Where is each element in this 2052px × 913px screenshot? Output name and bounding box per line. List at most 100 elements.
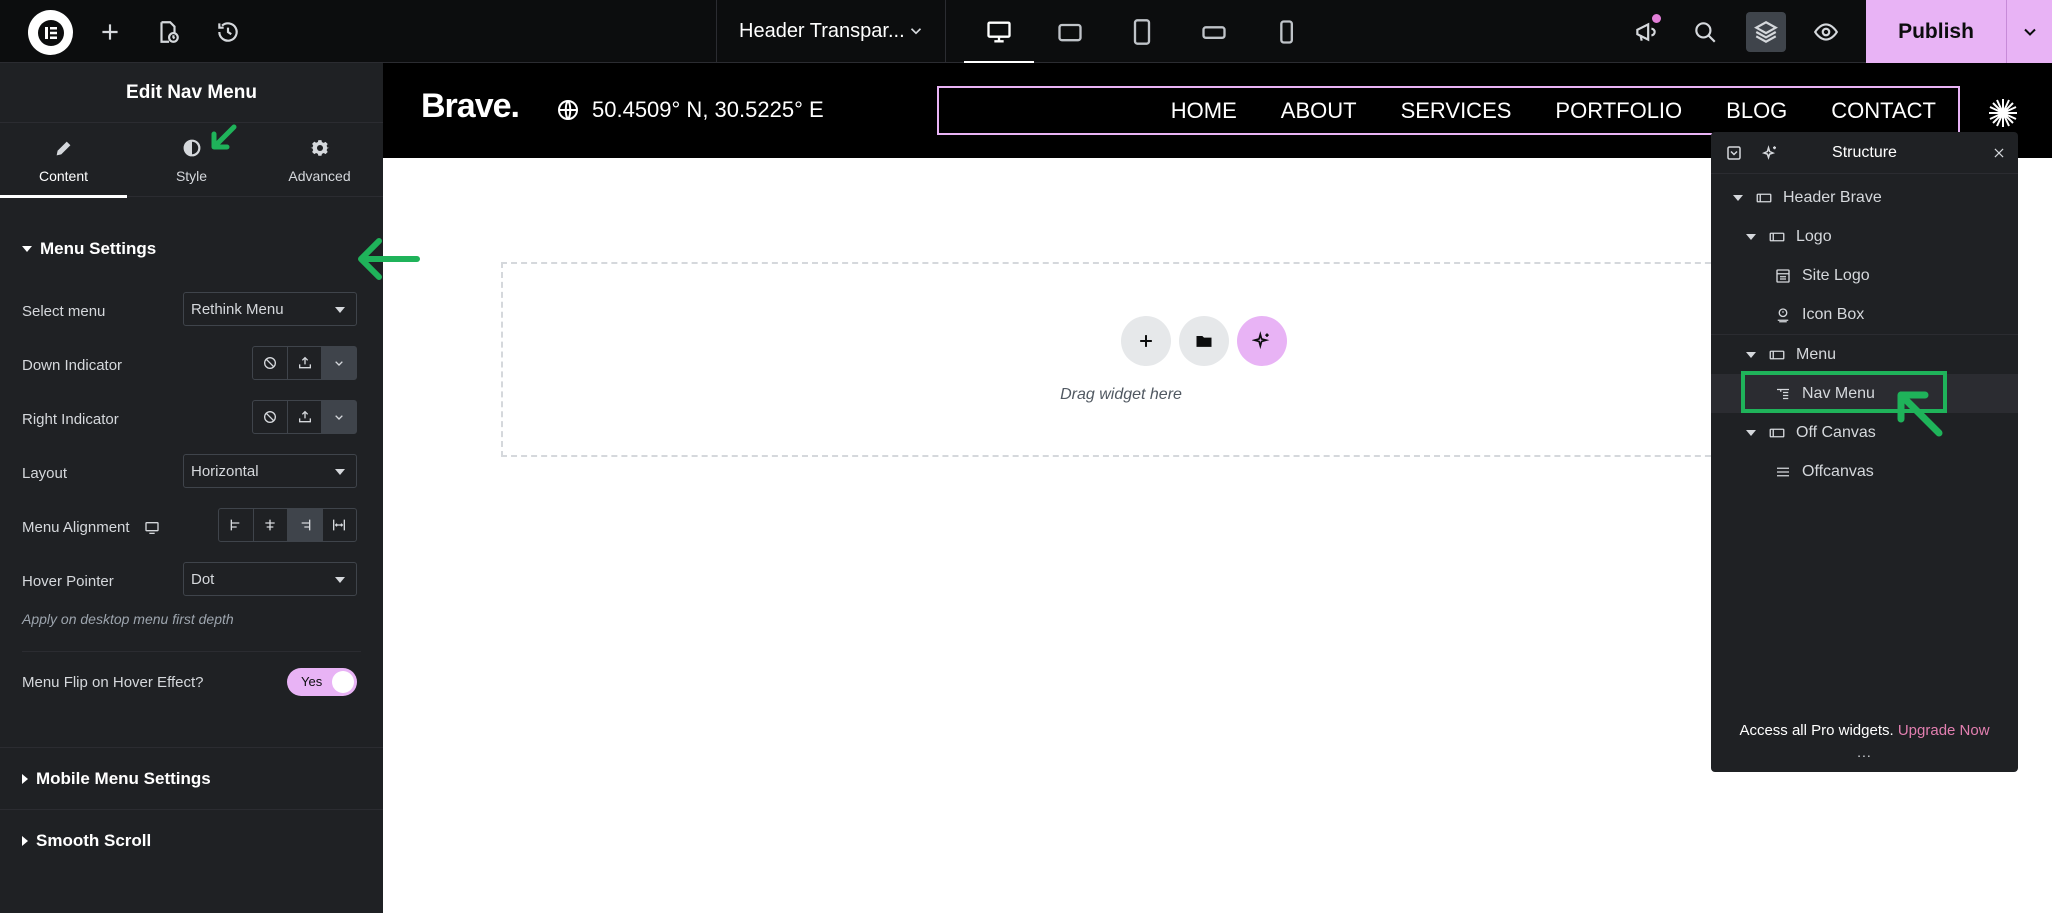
tablet-portrait-device-button[interactable] [1115, 10, 1169, 54]
chevron-down-icon [335, 361, 343, 366]
tree-item-label: Off Canvas [1796, 423, 1876, 441]
smooth-scroll-section-toggle[interactable]: Smooth Scroll [22, 831, 151, 851]
menu-flip-toggle[interactable]: Yes [287, 668, 357, 696]
page-settings-icon[interactable] [148, 12, 188, 52]
menu-settings-section-toggle[interactable]: Menu Settings [22, 239, 156, 259]
tree-item-label: Menu [1796, 345, 1837, 363]
right-indicator-label: Right Indicator [22, 411, 119, 428]
container-icon [1769, 428, 1785, 437]
tree-item-offcanvas[interactable]: Offcanvas [1711, 452, 2018, 491]
offcanvas-burst-icon[interactable] [1987, 97, 2019, 129]
document-title: Header Transpar... [739, 20, 905, 42]
ban-icon [263, 357, 276, 369]
select-menu-label: Select menu [22, 303, 106, 320]
divider [0, 809, 383, 810]
none-option[interactable] [253, 347, 288, 379]
folder-icon [1196, 336, 1212, 347]
upload-option[interactable] [288, 401, 323, 433]
preview-eye-icon[interactable] [1806, 12, 1846, 52]
upgrade-now-link[interactable]: Upgrade Now [1898, 722, 1990, 739]
empty-drop-zone[interactable]: Drag widget here [501, 262, 1741, 457]
caret-down-icon [22, 246, 32, 252]
globe-icon [558, 100, 578, 120]
tree-item-logo[interactable]: Logo [1711, 217, 2018, 256]
chevron-option[interactable] [322, 347, 357, 379]
collapse-all-icon[interactable] [1725, 144, 1743, 162]
document-title-dropdown[interactable]: Header Transpar... [716, 0, 946, 63]
nav-item-services[interactable]: SERVICES [1401, 98, 1512, 124]
tab-advanced-label: Advanced [288, 167, 351, 184]
upload-option[interactable] [288, 347, 323, 379]
smooth-scroll-heading: Smooth Scroll [36, 831, 152, 850]
tab-advanced[interactable]: Advanced [256, 123, 383, 197]
add-template-button[interactable] [1179, 316, 1229, 366]
align-left-icon [230, 519, 240, 531]
elementor-logo-icon[interactable] [28, 10, 73, 55]
nav-item-home[interactable]: HOME [1171, 98, 1237, 124]
menu-flip-label: Menu Flip on Hover Effect? [22, 674, 204, 691]
desktop-icon[interactable] [144, 520, 160, 536]
publish-options-button[interactable] [2006, 0, 2052, 63]
structure-layers-icon[interactable] [1746, 12, 1786, 52]
top-bar: Header Transpar... Publish [0, 0, 2052, 64]
caret-down-icon [1746, 351, 1756, 358]
search-icon[interactable] [1685, 12, 1725, 52]
desktop-device-button[interactable] [964, 10, 1034, 64]
select-menu-dropdown[interactable]: Rethink Menu [183, 292, 357, 326]
annotation-arrow-menu-settings [358, 238, 420, 280]
annotation-arrow-style-tab [211, 124, 237, 150]
coordinates-text: 50.4509° N, 30.5225° E [592, 97, 824, 122]
chevron-option[interactable] [322, 401, 357, 433]
chevron-down-icon [910, 28, 922, 35]
tree-item-site-logo[interactable]: Site Logo [1711, 256, 2018, 295]
layout-dropdown[interactable]: Horizontal [183, 454, 357, 488]
close-icon[interactable] [1992, 146, 2006, 160]
nav-item-about[interactable]: ABOUT [1281, 98, 1357, 124]
nav-item-blog[interactable]: BLOG [1726, 98, 1787, 124]
mobile-menu-section-toggle[interactable]: Mobile Menu Settings [22, 769, 211, 789]
tree-item-icon-box[interactable]: Icon Box [1711, 295, 2018, 334]
align-center-icon [265, 519, 275, 531]
ai-generate-button[interactable] [1237, 316, 1287, 366]
tree-item-label: Icon Box [1802, 305, 1865, 323]
hover-pointer-hint: Apply on desktop menu first depth [22, 611, 234, 627]
tab-content-label: Content [38, 167, 89, 184]
tab-style-label: Style [175, 167, 208, 184]
mobile-landscape-device-button[interactable] [1187, 10, 1241, 54]
nav-item-contact[interactable]: CONTACT [1831, 98, 1936, 124]
sparkle-icon[interactable] [1761, 144, 1779, 162]
divider [22, 651, 361, 652]
align-left-option[interactable] [219, 509, 254, 541]
panel-title: Edit Nav Menu [0, 63, 383, 123]
chevron-down-icon [2023, 28, 2036, 36]
structure-title: Structure [1832, 143, 1897, 161]
align-right-option[interactable] [288, 509, 323, 541]
none-option[interactable] [253, 401, 288, 433]
align-center-option[interactable] [254, 509, 288, 541]
half-circle-icon [183, 139, 200, 156]
hover-pointer-dropdown[interactable]: Dot [183, 562, 357, 596]
tree-item-menu[interactable]: Menu [1711, 335, 2018, 374]
upload-icon [298, 410, 311, 423]
coordinates-icon-box[interactable]: 50.4509° N, 30.5225° E [556, 97, 824, 123]
history-icon[interactable] [208, 12, 248, 52]
menu-settings-heading: Menu Settings [40, 239, 157, 258]
tree-item-off-canvas[interactable]: Off Canvas [1711, 413, 2018, 452]
pencil-icon [56, 141, 70, 155]
add-element-icon[interactable] [90, 12, 130, 52]
container-icon [1769, 350, 1785, 359]
align-justify-option[interactable] [323, 509, 357, 541]
resize-grip[interactable]: ... [1711, 744, 2018, 760]
tab-content[interactable]: Content [0, 123, 127, 198]
tablet-landscape-device-button[interactable] [1043, 10, 1097, 54]
caret-right-icon [22, 774, 28, 784]
add-widget-button[interactable] [1121, 316, 1171, 366]
site-logo[interactable]: Brave. [421, 87, 520, 126]
nav-menu-widget[interactable]: HOME ABOUT SERVICES PORTFOLIO BLOG CONTA… [937, 86, 1960, 135]
tree-item-header-brave[interactable]: Header Brave [1711, 178, 2018, 217]
publish-button[interactable]: Publish [1866, 0, 2006, 63]
desktop-icon [987, 21, 1011, 43]
nav-item-portfolio[interactable]: PORTFOLIO [1555, 98, 1682, 124]
menu-flip-toggle-value: Yes [301, 674, 323, 689]
mobile-portrait-device-button[interactable] [1259, 10, 1313, 54]
